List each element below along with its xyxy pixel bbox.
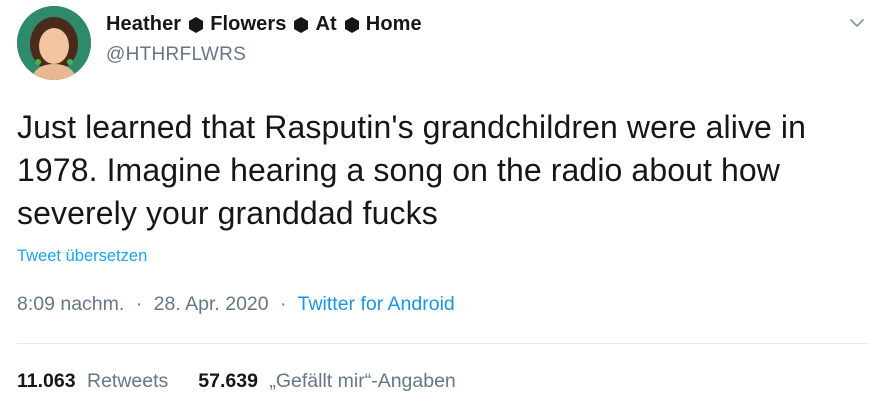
meta-separator: · [135,293,143,315]
tweet-metadata: 8:09 nachm. · 28. Apr. 2020 · Twitter fo… [17,293,455,316]
retweets-count: 11.063 [17,370,76,392]
tweet-text: Just learned that Rasputin's grandchildr… [17,109,807,231]
likes-count: 57.639 [198,370,258,392]
chevron-down-icon [850,19,864,27]
divider [17,343,869,344]
retweets-stat[interactable]: 11.063 Retweets [17,370,168,393]
black-hexagon-icon [344,16,359,33]
author-name[interactable]: Heather Flowers At Home [106,13,422,36]
avatar[interactable] [17,6,91,80]
avatar-illustration-icon [17,6,91,80]
tweet-date[interactable]: 28. Apr. 2020 [154,293,269,315]
tweet-stats: 11.063 Retweets 57.639 „Gefällt mir“-Ang… [17,370,486,393]
retweets-label: Retweets [87,370,169,392]
black-hexagon-icon [189,16,204,33]
name-part: Heather [106,13,182,35]
tweet-menu-button[interactable] [846,12,868,34]
tweet-source-link[interactable]: Twitter for Android [298,293,455,315]
meta-separator: · [280,293,287,315]
tweet-time[interactable]: 8:09 nachm. [17,293,124,315]
translate-tweet-link[interactable]: Tweet übersetzen [17,247,147,266]
name-part: Flowers [210,13,287,35]
likes-stat[interactable]: 57.639 „Gefällt mir“-Angaben [198,370,455,393]
tweet-card: Heather Flowers At Home @HTHRFLWRS Just … [0,0,893,417]
name-part: Home [365,13,422,35]
black-hexagon-icon [294,16,309,33]
likes-label: „Gefällt mir“-Angaben [269,370,456,392]
author-handle[interactable]: @HTHRFLWRS [106,44,246,66]
name-part: At [315,13,337,35]
